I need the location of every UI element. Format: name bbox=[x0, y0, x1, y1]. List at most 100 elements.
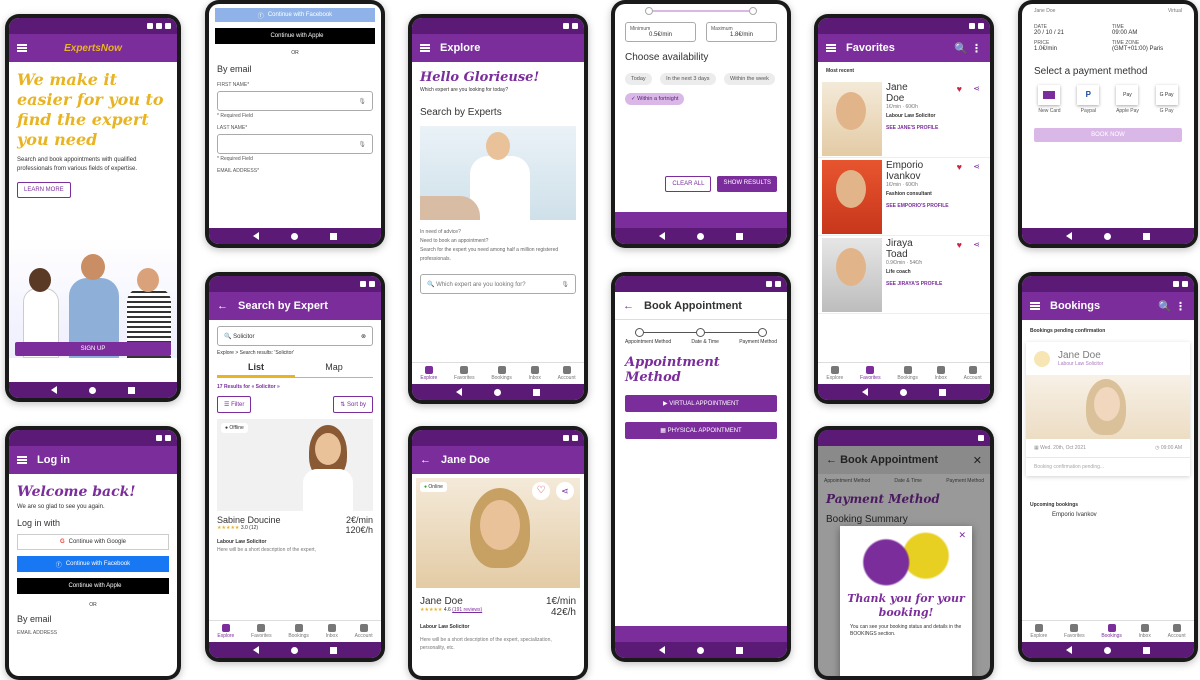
see-profile-link[interactable]: SEE JIRAYA'S PROFILE bbox=[886, 281, 986, 287]
clear-icon[interactable]: ⊗ bbox=[361, 333, 366, 340]
tab-inbox[interactable]: Inbox bbox=[1139, 624, 1151, 639]
login-link[interactable]: Log in bbox=[116, 362, 130, 368]
favorite-item[interactable]: Emporio Ivankov 1€/min · 60€/h Fashion cons… bbox=[818, 158, 990, 236]
favorite-item[interactable]: Jiraya Toad 0.9€/min · 54€/h Life coach SEE … bbox=[818, 236, 990, 314]
search-icon[interactable]: 🔍 bbox=[1158, 301, 1172, 313]
tab-inbox[interactable]: Inbox bbox=[935, 366, 947, 381]
facebook-button[interactable]: ⓕ Continue with Facebook bbox=[17, 556, 169, 572]
mic-icon[interactable]: 🎙 bbox=[358, 141, 366, 148]
tab-account[interactable]: Account bbox=[558, 366, 576, 381]
tab-bookings[interactable]: Bookings bbox=[1101, 624, 1122, 639]
heart-icon[interactable]: ♡ bbox=[532, 482, 550, 500]
tab-favorites[interactable]: Favorites bbox=[860, 366, 881, 381]
availability-title: Choose availability bbox=[625, 52, 709, 63]
sign-up-button[interactable]: SIGN UP bbox=[15, 342, 171, 356]
tab-favorites[interactable]: Favorites bbox=[454, 366, 475, 381]
mic-icon[interactable]: 🎙 bbox=[561, 281, 569, 288]
back-arrow-icon[interactable]: ← bbox=[217, 300, 228, 312]
back-arrow-icon[interactable]: ← bbox=[826, 454, 837, 466]
tab-explore[interactable]: Explore bbox=[1030, 624, 1047, 639]
tab-favorites[interactable]: Favorites bbox=[1064, 624, 1085, 639]
book-now-button[interactable]: BOOK NOW bbox=[1034, 128, 1182, 142]
more-icon[interactable]: ⋮ bbox=[1175, 301, 1186, 313]
tab-favorites[interactable]: Favorites bbox=[251, 624, 272, 639]
close-icon[interactable]: ✕ bbox=[973, 454, 982, 467]
back-arrow-icon[interactable]: ← bbox=[623, 300, 634, 312]
tab-bookings[interactable]: Bookings bbox=[288, 624, 309, 639]
learn-more-button[interactable]: LEARN MORE bbox=[17, 182, 71, 198]
see-profile-link[interactable]: SEE JANE'S PROFILE bbox=[886, 125, 986, 131]
min-price-field[interactable]: Minimum 0.5€/min bbox=[625, 22, 696, 42]
share-icon[interactable]: ⋖ bbox=[973, 162, 980, 171]
chip-3-days[interactable]: In the next 3 days bbox=[660, 73, 716, 85]
google-button[interactable]: G Continue with Google bbox=[17, 534, 169, 550]
first-name-field[interactable]: 🎙 bbox=[217, 91, 373, 111]
max-price-field[interactable]: Maximum 1.8€/min bbox=[706, 22, 777, 42]
expert-photo bbox=[822, 160, 882, 234]
expert-desc: Here will be a short description of the … bbox=[217, 547, 316, 553]
clear-all-button[interactable]: CLEAR ALL bbox=[665, 176, 712, 192]
apple-button[interactable]: Continue with Apple bbox=[17, 578, 169, 594]
heart-icon[interactable]: ♥ bbox=[957, 162, 962, 172]
more-icon[interactable]: ⋮ bbox=[971, 43, 982, 55]
paypal-option[interactable]: P Paypal bbox=[1077, 85, 1099, 114]
tab-account[interactable]: Account bbox=[355, 624, 373, 639]
expert-photo[interactable]: ● Offline bbox=[217, 419, 373, 511]
welcome-sub: We are so glad to see you again. bbox=[17, 504, 105, 510]
tab-explore[interactable]: Explore bbox=[420, 366, 437, 381]
share-icon[interactable]: ⋖ bbox=[973, 240, 980, 249]
expert-name[interactable]: Sabine Doucine bbox=[217, 515, 281, 525]
required-note: * Required Field bbox=[217, 156, 253, 162]
filter-button[interactable]: ☰ Filter bbox=[217, 396, 252, 413]
close-icon[interactable]: ✕ bbox=[958, 530, 966, 541]
menu-icon[interactable] bbox=[420, 44, 430, 52]
chip-fortnight[interactable]: ✓ Within a fortnight bbox=[625, 93, 685, 105]
menu-icon[interactable] bbox=[17, 456, 27, 464]
chip-today[interactable]: Today bbox=[625, 73, 652, 85]
mic-icon[interactable]: 🎙 bbox=[358, 98, 366, 105]
apple-pay-option[interactable]: Pay Apple Pay bbox=[1116, 85, 1139, 114]
sort-button[interactable]: ⇅ Sort by bbox=[333, 396, 373, 413]
expert-role: Life coach bbox=[886, 269, 911, 275]
pending-booking-card[interactable]: Jane Doe Labour Law Solicitor ▦ Wed. 20th… bbox=[1026, 342, 1190, 476]
tab-explore[interactable]: Explore bbox=[826, 366, 843, 381]
share-icon[interactable]: ⋖ bbox=[973, 84, 980, 93]
show-results-button[interactable]: SHOW RESULTS bbox=[717, 176, 777, 192]
tab-map[interactable]: Map bbox=[295, 362, 373, 377]
advice-line-1: In need of advice? bbox=[420, 229, 461, 235]
upcoming-expert[interactable]: Emporio Ivankov bbox=[1022, 512, 1194, 518]
search-icon[interactable]: 🔍 bbox=[954, 43, 968, 55]
upcoming-label: Upcoming bookings bbox=[1030, 502, 1079, 508]
back-arrow-icon[interactable]: ← bbox=[420, 454, 431, 466]
facebook-button[interactable]: ⓕ Continue with Facebook bbox=[215, 8, 375, 22]
menu-icon[interactable] bbox=[826, 44, 836, 52]
search-input[interactable]: 🔍 Solicitor ⊗ bbox=[217, 326, 373, 346]
see-profile-link[interactable]: SEE EMPORIO'S PROFILE bbox=[886, 203, 986, 209]
price-slider[interactable] bbox=[645, 7, 757, 15]
tab-bookings[interactable]: Bookings bbox=[897, 366, 918, 381]
tab-bookings[interactable]: Bookings bbox=[491, 366, 512, 381]
tab-inbox[interactable]: Inbox bbox=[326, 624, 338, 639]
menu-icon[interactable] bbox=[1030, 302, 1040, 310]
virtual-appointment-button[interactable]: ▶ VIRTUAL APPOINTMENT bbox=[625, 395, 777, 412]
tab-list[interactable]: List bbox=[217, 362, 295, 377]
reviews-link[interactable]: (191 reviews) bbox=[452, 607, 482, 613]
tab-account[interactable]: Account bbox=[1168, 624, 1186, 639]
share-icon[interactable]: ⋖ bbox=[556, 482, 574, 500]
chip-week[interactable]: Within the week bbox=[724, 73, 775, 85]
menu-icon[interactable] bbox=[17, 44, 27, 52]
google-pay-option[interactable]: G Pay G Pay bbox=[1156, 85, 1178, 114]
tab-inbox[interactable]: Inbox bbox=[529, 366, 541, 381]
heart-icon[interactable]: ♥ bbox=[957, 240, 962, 250]
last-name-field[interactable]: 🎙 bbox=[217, 134, 373, 154]
required-note: * Required Field bbox=[217, 113, 253, 119]
physical-appointment-button[interactable]: ▦ PHYSICAL APPOINTMENT bbox=[625, 422, 777, 439]
apple-button[interactable]: Continue with Apple bbox=[215, 28, 375, 44]
tab-account[interactable]: Account bbox=[964, 366, 982, 381]
tab-explore[interactable]: Explore bbox=[217, 624, 234, 639]
heart-icon[interactable]: ♥ bbox=[957, 84, 962, 94]
greeting: Hello Glorieuse! bbox=[420, 70, 540, 85]
new-card-option[interactable]: New Card bbox=[1038, 85, 1061, 114]
expert-search-input[interactable]: 🔍 Which expert are you looking for? 🎙 bbox=[420, 274, 576, 294]
favorite-item[interactable]: Jane Doe 1€/min · 60€/h Labour Law Solicito… bbox=[818, 80, 990, 158]
